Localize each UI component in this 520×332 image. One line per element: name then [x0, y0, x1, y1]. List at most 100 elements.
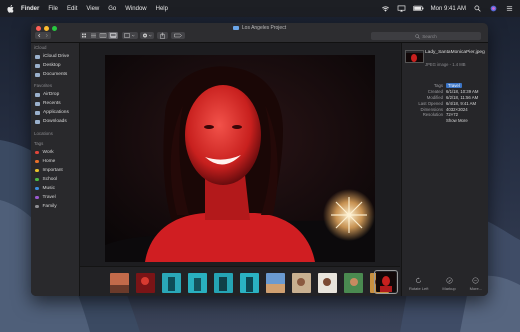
file-kind: JPEG image - 1.4 MB: [425, 62, 466, 67]
metadata-row-created: Created 6/1/18, 10:39 AM: [405, 89, 488, 95]
sidebar-item-documents[interactable]: Documents: [35, 71, 67, 78]
menu-view[interactable]: View: [86, 6, 99, 12]
tag-color-dot: [35, 168, 39, 173]
rotate-left-icon: [416, 277, 422, 283]
folder-icon: [232, 25, 239, 30]
filmstrip-thumbnail[interactable]: [292, 273, 311, 293]
window-title-text: Los Angeles Project: [241, 25, 287, 31]
share-button[interactable]: [157, 32, 168, 39]
filmstrip-thumbnail[interactable]: [110, 273, 129, 293]
filmstrip-thumbnail[interactable]: [240, 273, 259, 293]
preview-image[interactable]: [105, 55, 375, 262]
file-name: Lady_SantaMonicaPier.jpeg: [425, 50, 485, 55]
filmstrip: [80, 266, 400, 296]
sidebar-item-label: Recents: [43, 101, 61, 106]
metadata-value: 4032×3024: [446, 106, 468, 112]
sidebar-item-label: School: [42, 177, 58, 182]
sidebar-item-applications[interactable]: Applications: [35, 109, 69, 116]
tag-color-dot: [35, 177, 39, 182]
rotate-left-button[interactable]: Rotate Left: [409, 277, 429, 291]
toolbar: Los Angeles Project Search: [31, 23, 488, 43]
markup-button[interactable]: Markup: [442, 277, 456, 291]
show-more-link[interactable]: Show More: [446, 118, 468, 123]
filmstrip-thumbnail[interactable]: [266, 273, 285, 293]
sidebar-tag-music[interactable]: Music: [35, 185, 55, 192]
sidebar-tag-important[interactable]: Important: [35, 167, 63, 174]
apple-icon[interactable]: [7, 4, 15, 14]
menu-edit[interactable]: Edit: [67, 6, 77, 12]
menu-clock[interactable]: Mon 9:41 AM: [431, 6, 466, 12]
menu-help[interactable]: Help: [156, 6, 168, 12]
quick-actions: Rotate Left Markup More...: [402, 277, 488, 291]
sidebar: iCloud iCloud Drive Desktop Documents Fa…: [31, 43, 80, 296]
filmstrip-thumbnail[interactable]: [344, 273, 363, 293]
sidebar-item-airdrop[interactable]: AirDrop: [35, 91, 59, 98]
tag-color-dot: [35, 150, 39, 155]
applications-icon: [35, 110, 40, 115]
battery-icon[interactable]: [412, 5, 424, 12]
gear-icon: [143, 33, 152, 38]
spotlight-icon[interactable]: [473, 5, 482, 12]
more-button[interactable]: More...: [470, 277, 482, 291]
menu-finder[interactable]: Finder: [21, 6, 39, 12]
list-view-icon: [91, 33, 96, 38]
sidebar-item-label: Work: [42, 150, 54, 155]
filmstrip-thumbnail-selected[interactable]: [374, 270, 398, 294]
metadata-label: Resolution: [422, 112, 443, 118]
filmstrip-thumbnail[interactable]: [136, 273, 155, 293]
sidebar-item-label: Family: [42, 204, 57, 209]
filmstrip-thumbnail[interactable]: [318, 273, 337, 293]
sidebar-item-downloads[interactable]: Downloads: [35, 118, 67, 125]
metadata-label: Modified: [426, 94, 443, 100]
sidebar-tag-travel[interactable]: Travel: [35, 194, 56, 201]
download-icon: [35, 119, 40, 124]
metadata-list: Tags Travel Created 6/1/18, 10:39 AM Modif…: [405, 83, 488, 124]
sidebar-tag-school[interactable]: School: [35, 176, 57, 183]
metadata-label: Dimensions: [420, 106, 443, 112]
file-thumbnail: [405, 50, 424, 63]
tag-color-dot: [35, 204, 39, 209]
sidebar-item-label: iCloud Drive: [43, 54, 70, 59]
notification-center-icon[interactable]: [505, 5, 514, 12]
sidebar-section-tags: Tags: [34, 141, 44, 146]
markup-icon: [445, 277, 453, 284]
menu-bar: Finder File Edit View Go Window Help Mon…: [0, 0, 520, 17]
siri-icon[interactable]: [489, 5, 498, 12]
sidebar-item-icloud-drive[interactable]: iCloud Drive: [35, 53, 69, 60]
menu-window[interactable]: Window: [125, 6, 146, 12]
search-field[interactable]: Search: [371, 32, 481, 40]
sidebar-item-recents[interactable]: Recents: [35, 100, 61, 107]
sidebar-tag-home[interactable]: Home: [35, 158, 55, 165]
wifi-icon[interactable]: [381, 5, 390, 12]
filmstrip-thumbnail[interactable]: [162, 273, 181, 293]
filmstrip-thumbnail[interactable]: [188, 273, 207, 293]
metadata-value: 6/1/18, 10:39 AM: [446, 89, 479, 95]
edit-tags-button[interactable]: [171, 32, 185, 39]
group-icon: [124, 33, 135, 38]
sidebar-item-label: AirDrop: [43, 92, 60, 97]
group-by-button[interactable]: [122, 32, 138, 39]
menu-file[interactable]: File: [48, 6, 58, 12]
sidebar-item-desktop[interactable]: Desktop: [35, 62, 61, 69]
sidebar-section-locations: Locations: [34, 131, 53, 136]
sidebar-tag-family[interactable]: Family: [35, 203, 57, 210]
filmstrip-thumbnail[interactable]: [214, 273, 233, 293]
view-mode-control[interactable]: [80, 32, 118, 39]
chevron-left-icon: [38, 33, 41, 38]
metadata-label: Last Opened: [418, 100, 443, 106]
tag-pill-travel[interactable]: Travel: [446, 83, 462, 89]
metadata-label: Tags: [433, 83, 443, 89]
inspector-panel: Lady_SantaMonicaPier.jpeg JPEG image - 1…: [401, 43, 488, 296]
chevron-right-icon: [45, 33, 48, 38]
back-forward-buttons[interactable]: [35, 32, 51, 39]
tag-color-dot: [35, 186, 39, 191]
action-menu-button[interactable]: [140, 32, 154, 39]
airplay-icon[interactable]: [397, 5, 406, 12]
menu-go[interactable]: Go: [108, 6, 116, 12]
sidebar-tag-work[interactable]: Work: [35, 149, 54, 156]
icon-view-icon: [82, 33, 86, 38]
sidebar-item-label: Applications: [43, 110, 69, 115]
tag-icon: [174, 33, 182, 38]
metadata-value: 6/4/18, 9:41 AM: [446, 100, 477, 106]
document-icon: [35, 72, 40, 77]
